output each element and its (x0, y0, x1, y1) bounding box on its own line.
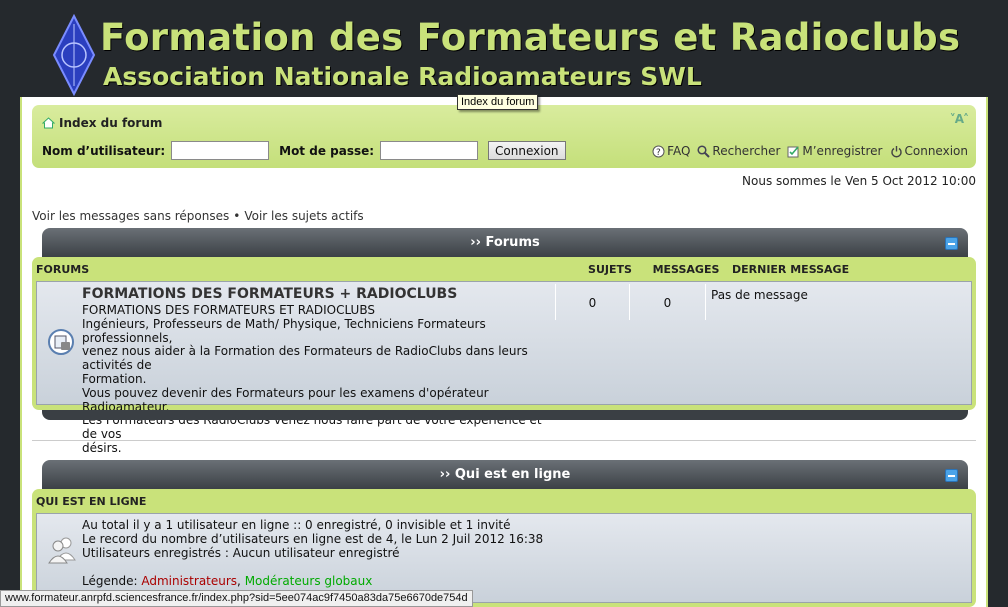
forum-desc-line: venez nous aider à la Formation des Form… (82, 344, 528, 373)
site-header: Formation des Formateurs et Radioclubs A… (0, 0, 1008, 100)
forums-header: ›› Forums (42, 228, 968, 258)
username-input[interactable] (171, 141, 270, 160)
search-link[interactable]: Rechercher (697, 144, 780, 158)
active-topics-link[interactable]: Voir les sujets actifs (244, 209, 363, 223)
forum-desc-line: Formation. (82, 371, 147, 386)
tooltip: Index du forum (457, 94, 539, 110)
site-subtitle: Association Nationale Radioamateurs SWL (103, 62, 702, 91)
connexion-label[interactable]: Connexion (905, 144, 969, 158)
font-size-up-icon: ˄ (963, 112, 969, 126)
help-icon: ? (652, 145, 665, 158)
site-logo-icon[interactable] (52, 14, 96, 96)
links-separator: • (233, 209, 241, 223)
users-icon (48, 537, 76, 564)
font-size-label[interactable]: A (955, 112, 964, 126)
col-topics: SUJETS (588, 262, 632, 276)
online-stats: Au total il y a 1 utilisateur en ligne :… (82, 518, 543, 588)
password-label: Mot de passe: (279, 143, 375, 158)
messages-count: 0 (663, 296, 672, 310)
username-label: Nom d’utilisateur: (42, 143, 166, 158)
online-line: Le record du nombre d’utilisateurs en li… (82, 532, 544, 546)
quick-links: ? FAQ Rechercher M’enregistrer Connexion (652, 144, 968, 158)
forums-columns: FORUMS SUJETS MESSAGES DERNIER MESSAGE (36, 257, 972, 281)
svg-text:?: ? (656, 148, 661, 158)
font-size-toggle[interactable]: ˅A˄ (950, 112, 969, 126)
forums-panel: FORUMS SUJETS MESSAGES DERNIER MESSAGE F… (32, 257, 976, 455)
password-input[interactable] (380, 141, 479, 160)
col-online: QUI EST EN LIGNE (36, 494, 147, 508)
cell-divider (705, 284, 706, 320)
forum-desc-line: FORMATIONS DES FORMATEURS ET RADIOCLUBS (82, 303, 375, 317)
faq-link[interactable]: ? FAQ (652, 144, 690, 158)
legend: Légende: Administrateurs, Modérateurs gl… (82, 574, 543, 588)
browser-status-bar: www.formateur.anrpfd.sciencesfrance.fr/i… (0, 590, 473, 607)
faq-label[interactable]: FAQ (667, 144, 690, 158)
divider (32, 440, 976, 441)
online-header: ›› Qui est en ligne (42, 460, 968, 490)
online-line: Au total il y a 1 utilisateur en ligne :… (82, 518, 511, 532)
online-columns: QUI EST EN LIGNE (36, 489, 972, 513)
forums-heading[interactable]: ›› Forums (42, 235, 968, 250)
login-form: Nom d’utilisateur: Mot de passe: Connexi… (42, 141, 566, 160)
register-icon (787, 145, 799, 157)
search-links: Voir les messages sans réponses • Voir les… (32, 209, 364, 223)
page-content: Index du forum ˅A˄ Nom d’utilisateur: Mo… (20, 97, 988, 607)
forum-desc-line: désirs. (82, 440, 122, 455)
login-button[interactable]: Connexion (488, 141, 566, 160)
register-link[interactable]: M’enregistrer (787, 144, 883, 158)
col-messages: MESSAGES (652, 262, 720, 276)
forum-desc-line: Ingénieurs, Professeurs de Math/ Physiqu… (82, 316, 486, 345)
connexion-link[interactable]: Connexion (890, 144, 969, 158)
navbar: Index du forum ˅A˄ Nom d’utilisateur: Mo… (32, 105, 976, 168)
last-message: Pas de message (711, 288, 808, 302)
legend-gmod-link[interactable]: Modérateurs globaux (245, 574, 373, 588)
current-datetime: Nous sommes le Ven 5 Oct 2012 10:00 (742, 174, 976, 188)
site-title: Formation des Formateurs et Radioclubs (100, 16, 961, 59)
online-line: Utilisateurs enregistrés : Aucun utilisa… (82, 546, 400, 560)
home-icon (42, 117, 55, 129)
breadcrumb[interactable]: Index du forum (42, 116, 162, 130)
topics-count: 0 (588, 296, 597, 310)
legend-admin-link[interactable]: Administrateurs (141, 574, 237, 588)
search-label[interactable]: Rechercher (712, 144, 780, 158)
search-icon (697, 144, 711, 158)
power-icon (890, 145, 902, 157)
register-label[interactable]: M’enregistrer (802, 144, 882, 158)
forums-footer (42, 410, 968, 420)
forum-title[interactable]: FORMATIONS DES FORMATEURS + RADIOCLUBS (82, 286, 457, 302)
legend-label: Légende: (82, 574, 138, 588)
forum-row[interactable]: FORMATIONS DES FORMATEURS + RADIOCLUBS F… (36, 281, 972, 455)
online-heading[interactable]: ›› Qui est en ligne (42, 467, 968, 482)
col-forums: FORUMS (36, 262, 90, 276)
forum-read-icon (48, 329, 74, 355)
col-last-message: DERNIER MESSAGE (732, 262, 850, 276)
legend-sep: , (237, 574, 241, 588)
breadcrumb-label[interactable]: Index du forum (59, 116, 162, 130)
forum-description: FORMATIONS DES FORMATEURS ET RADIOCLUBS … (82, 303, 552, 456)
unanswered-link[interactable]: Voir les messages sans réponses (32, 209, 229, 223)
collapse-icon[interactable] (945, 237, 958, 250)
collapse-icon[interactable] (945, 469, 958, 482)
